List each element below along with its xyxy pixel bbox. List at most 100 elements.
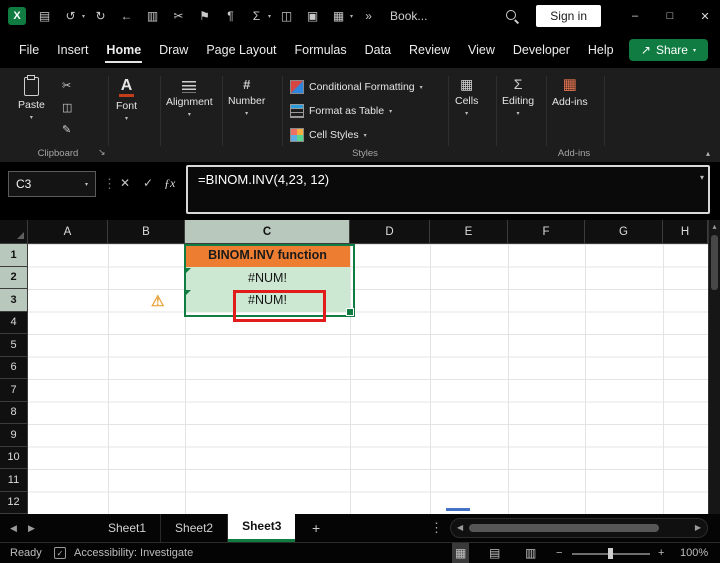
row-header-9[interactable]: 9 — [0, 424, 28, 447]
select-all-button[interactable] — [0, 220, 28, 244]
camera-icon[interactable]: ▣ — [302, 9, 323, 23]
zoom-level[interactable]: 100% — [680, 543, 708, 563]
clipboard-icon[interactable]: ▥ — [142, 9, 163, 23]
number-menu-button[interactable]: # Number ▾ — [228, 77, 265, 117]
menu-tab-home[interactable]: Home — [97, 34, 150, 66]
next-sheet-button[interactable]: ▶ — [28, 514, 35, 542]
cell-styles-button[interactable]: Cell Styles ▾ — [290, 128, 367, 142]
error-options-button[interactable]: ⚠ — [151, 292, 164, 310]
cell-c1[interactable]: BINOM.INV function — [185, 244, 350, 267]
enter-entry-button[interactable]: ✓ — [143, 176, 153, 190]
zoom-out-button[interactable]: − — [556, 543, 562, 563]
sum-icon[interactable]: Σ — [246, 9, 267, 23]
back-icon[interactable]: ← — [116, 9, 137, 23]
cells-menu-button[interactable]: ▦ Cells ▾ — [455, 77, 478, 118]
row-header-1[interactable]: 1 — [0, 244, 28, 267]
row-header-11[interactable]: 11 — [0, 469, 28, 492]
menu-tab-view[interactable]: View — [459, 34, 504, 66]
row-header-12[interactable]: 12 — [0, 491, 28, 514]
page-layout-view-button[interactable]: ▤ — [489, 543, 500, 563]
zoom-slider-thumb[interactable] — [608, 548, 613, 559]
paste-button[interactable]: Paste ▾ — [18, 75, 45, 121]
sheet-area[interactable] — [28, 244, 708, 514]
menu-tab-developer[interactable]: Developer — [504, 34, 579, 66]
formula-input[interactable]: =BINOM.INV(4,23, 12) — [186, 165, 710, 214]
cut-button[interactable]: ✂ — [62, 79, 71, 92]
more-commands-icon[interactable]: » — [358, 9, 379, 23]
sheet-options-button[interactable]: ⋮ — [430, 514, 443, 542]
cell-c2[interactable]: #NUM! — [185, 266, 350, 289]
column-header-c[interactable]: C — [185, 220, 350, 244]
sheet-tab-sheet3[interactable]: Sheet3 — [228, 514, 296, 542]
column-header-g[interactable]: G — [585, 220, 663, 244]
format-painter-button[interactable]: ✎ — [62, 123, 71, 136]
row-header-3[interactable]: 3 — [0, 289, 28, 312]
normal-view-button[interactable]: ▦ — [452, 543, 470, 563]
redo-icon[interactable]: ↻ — [90, 9, 111, 23]
menu-tab-page-layout[interactable]: Page Layout — [197, 34, 285, 66]
menu-tab-data[interactable]: Data — [356, 34, 400, 66]
add-sheet-button[interactable]: + — [312, 514, 320, 542]
table-icon[interactable]: ▦ — [328, 9, 349, 23]
column-header-h[interactable]: H — [663, 220, 708, 244]
accessibility-checker-icon[interactable]: ✓ — [54, 547, 66, 559]
alignment-menu-button[interactable]: Alignment ▾ — [166, 77, 213, 118]
scroll-right-button[interactable]: ▶ — [695, 519, 701, 537]
fill-handle[interactable] — [346, 308, 354, 316]
vertical-scrollbar[interactable]: ▴ — [708, 220, 720, 514]
formula-bar-collapse-chevron-icon[interactable]: ▾ — [700, 173, 704, 182]
menu-tab-draw[interactable]: Draw — [150, 34, 197, 66]
row-header-8[interactable]: 8 — [0, 401, 28, 424]
search-icon[interactable] — [505, 9, 519, 23]
row-header-6[interactable]: 6 — [0, 356, 28, 379]
row-header-2[interactable]: 2 — [0, 266, 28, 289]
save-icon[interactable]: ▤ — [34, 9, 55, 23]
clipboard-dialog-launcher-icon[interactable]: ↘ — [98, 147, 106, 158]
copy-icon[interactable]: ◫ — [276, 9, 297, 23]
vertical-scrollbar-thumb[interactable] — [711, 235, 718, 290]
font-menu-button[interactable]: A Font ▾ — [116, 77, 137, 122]
horizontal-scrollbar[interactable]: ◀ ▶ — [450, 518, 708, 538]
cut-icon[interactable]: ✂ — [168, 9, 189, 23]
horizontal-scrollbar-thumb[interactable] — [469, 524, 659, 532]
cancel-entry-button[interactable]: ✕ — [120, 176, 130, 190]
column-header-d[interactable]: D — [350, 220, 430, 244]
format-as-table-button[interactable]: Format as Table ▾ — [290, 104, 392, 118]
undo-dropdown-chevron-icon[interactable]: ▾ — [82, 13, 85, 20]
excel-logo-icon[interactable]: X — [8, 7, 26, 25]
column-header-b[interactable]: B — [108, 220, 185, 244]
name-box[interactable]: C3 ▾ — [8, 171, 96, 197]
undo-icon[interactable]: ↺ — [60, 9, 81, 23]
menu-tab-formulas[interactable]: Formulas — [286, 34, 356, 66]
collapse-ribbon-chevron-icon[interactable]: ▴ — [706, 149, 710, 158]
menu-tab-review[interactable]: Review — [400, 34, 459, 66]
sheet-tab-sheet2[interactable]: Sheet2 — [161, 514, 229, 542]
conditional-formatting-button[interactable]: Conditional Formatting ▾ — [290, 80, 423, 94]
scroll-left-button[interactable]: ◀ — [457, 519, 463, 537]
editing-menu-button[interactable]: Σ Editing ▾ — [502, 77, 534, 118]
scroll-up-button[interactable]: ▴ — [709, 222, 720, 231]
close-button[interactable]: ✕ — [690, 0, 720, 32]
maximize-button[interactable]: □ — [655, 0, 685, 32]
flag-icon[interactable]: ⚑ — [194, 9, 215, 23]
row-header-5[interactable]: 5 — [0, 334, 28, 357]
column-header-e[interactable]: E — [430, 220, 508, 244]
previous-sheet-button[interactable]: ◀ — [10, 514, 17, 542]
paragraph-icon[interactable]: ¶ — [220, 9, 241, 23]
row-header-7[interactable]: 7 — [0, 379, 28, 402]
zoom-in-button[interactable]: + — [658, 543, 664, 563]
row-header-10[interactable]: 10 — [0, 446, 28, 469]
accessibility-status[interactable]: Accessibility: Investigate — [74, 543, 193, 563]
addins-button[interactable]: ▦ Add-ins — [552, 77, 588, 109]
column-header-a[interactable]: A — [28, 220, 108, 244]
menu-tab-file[interactable]: File — [10, 34, 48, 66]
sign-in-button[interactable]: Sign in — [536, 5, 601, 27]
page-break-preview-button[interactable]: ▥ — [525, 543, 536, 563]
row-header-4[interactable]: 4 — [0, 311, 28, 334]
table-dropdown-chevron-icon[interactable]: ▾ — [350, 13, 353, 20]
sum-dropdown-chevron-icon[interactable]: ▾ — [268, 13, 271, 20]
column-header-f[interactable]: F — [508, 220, 585, 244]
share-button[interactable]: ↗ Share ▾ — [628, 39, 708, 61]
copy-button[interactable]: ◫ — [62, 101, 72, 114]
menu-tab-insert[interactable]: Insert — [48, 34, 97, 66]
